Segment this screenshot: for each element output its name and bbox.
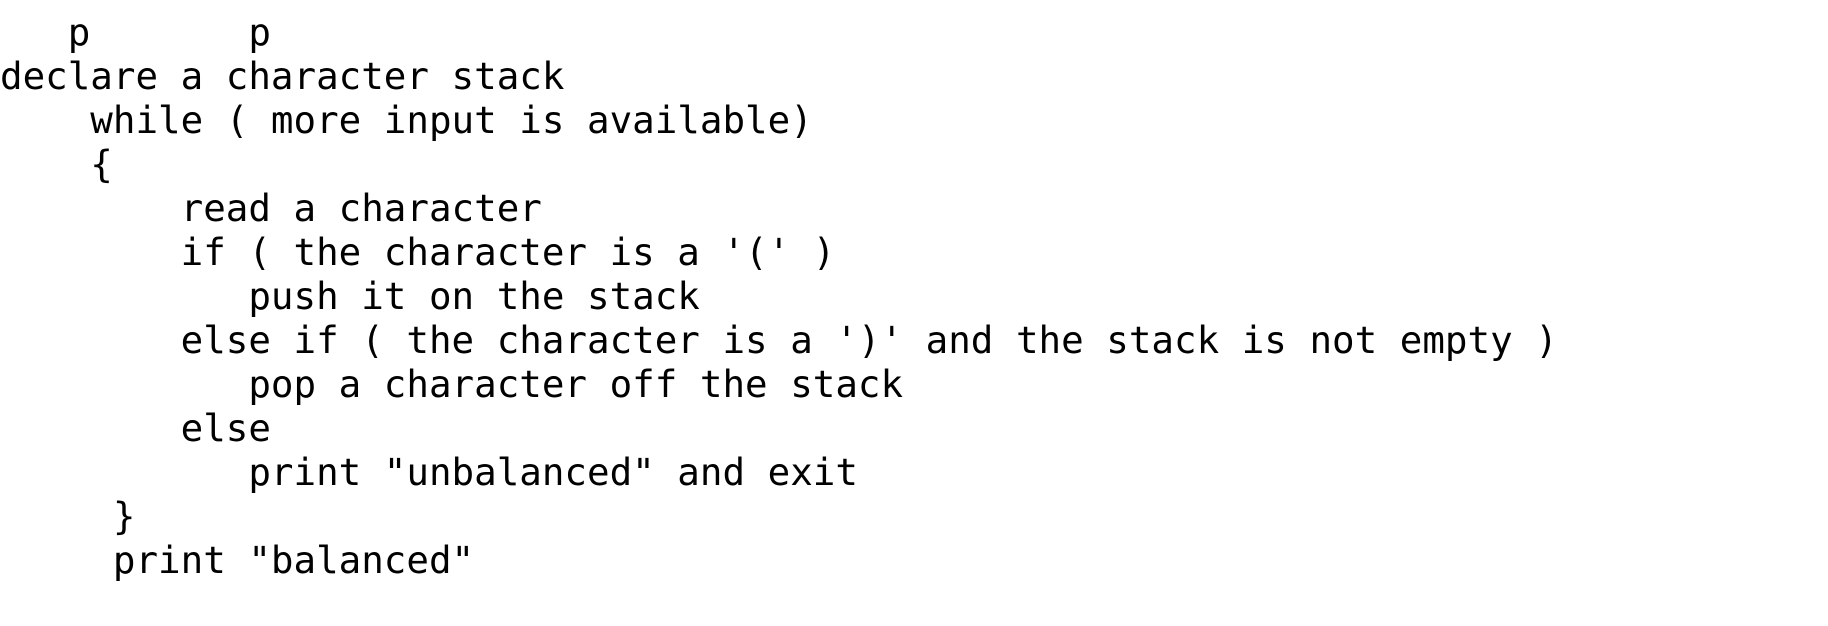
code-line-clipped-top: p p [0, 9, 271, 54]
code-line-close-brace: } [0, 493, 136, 538]
code-line-print-unbalanced: print "unbalanced" and exit [0, 449, 858, 494]
code-line-else-if-close-paren: else if ( the character is a ')' and the… [0, 317, 1558, 362]
code-line-else: else [0, 405, 271, 450]
pseudocode-block: p p declare a character stack while ( mor… [0, 10, 1828, 582]
code-line-print-balanced: print "balanced" [0, 537, 475, 582]
code-line-push-on-stack: push it on the stack [0, 273, 700, 318]
code-line-open-brace: { [0, 141, 113, 186]
code-line-declare-stack: declare a character stack [0, 53, 565, 98]
code-line-read-character: read a character [0, 185, 542, 230]
slide-canvas: p p declare a character stack while ( mor… [0, 0, 1828, 626]
code-line-if-open-paren: if ( the character is a '(' ) [0, 229, 836, 274]
code-line-while-more-input: while ( more input is available) [0, 97, 813, 142]
code-line-pop-off-stack: pop a character off the stack [0, 361, 904, 406]
